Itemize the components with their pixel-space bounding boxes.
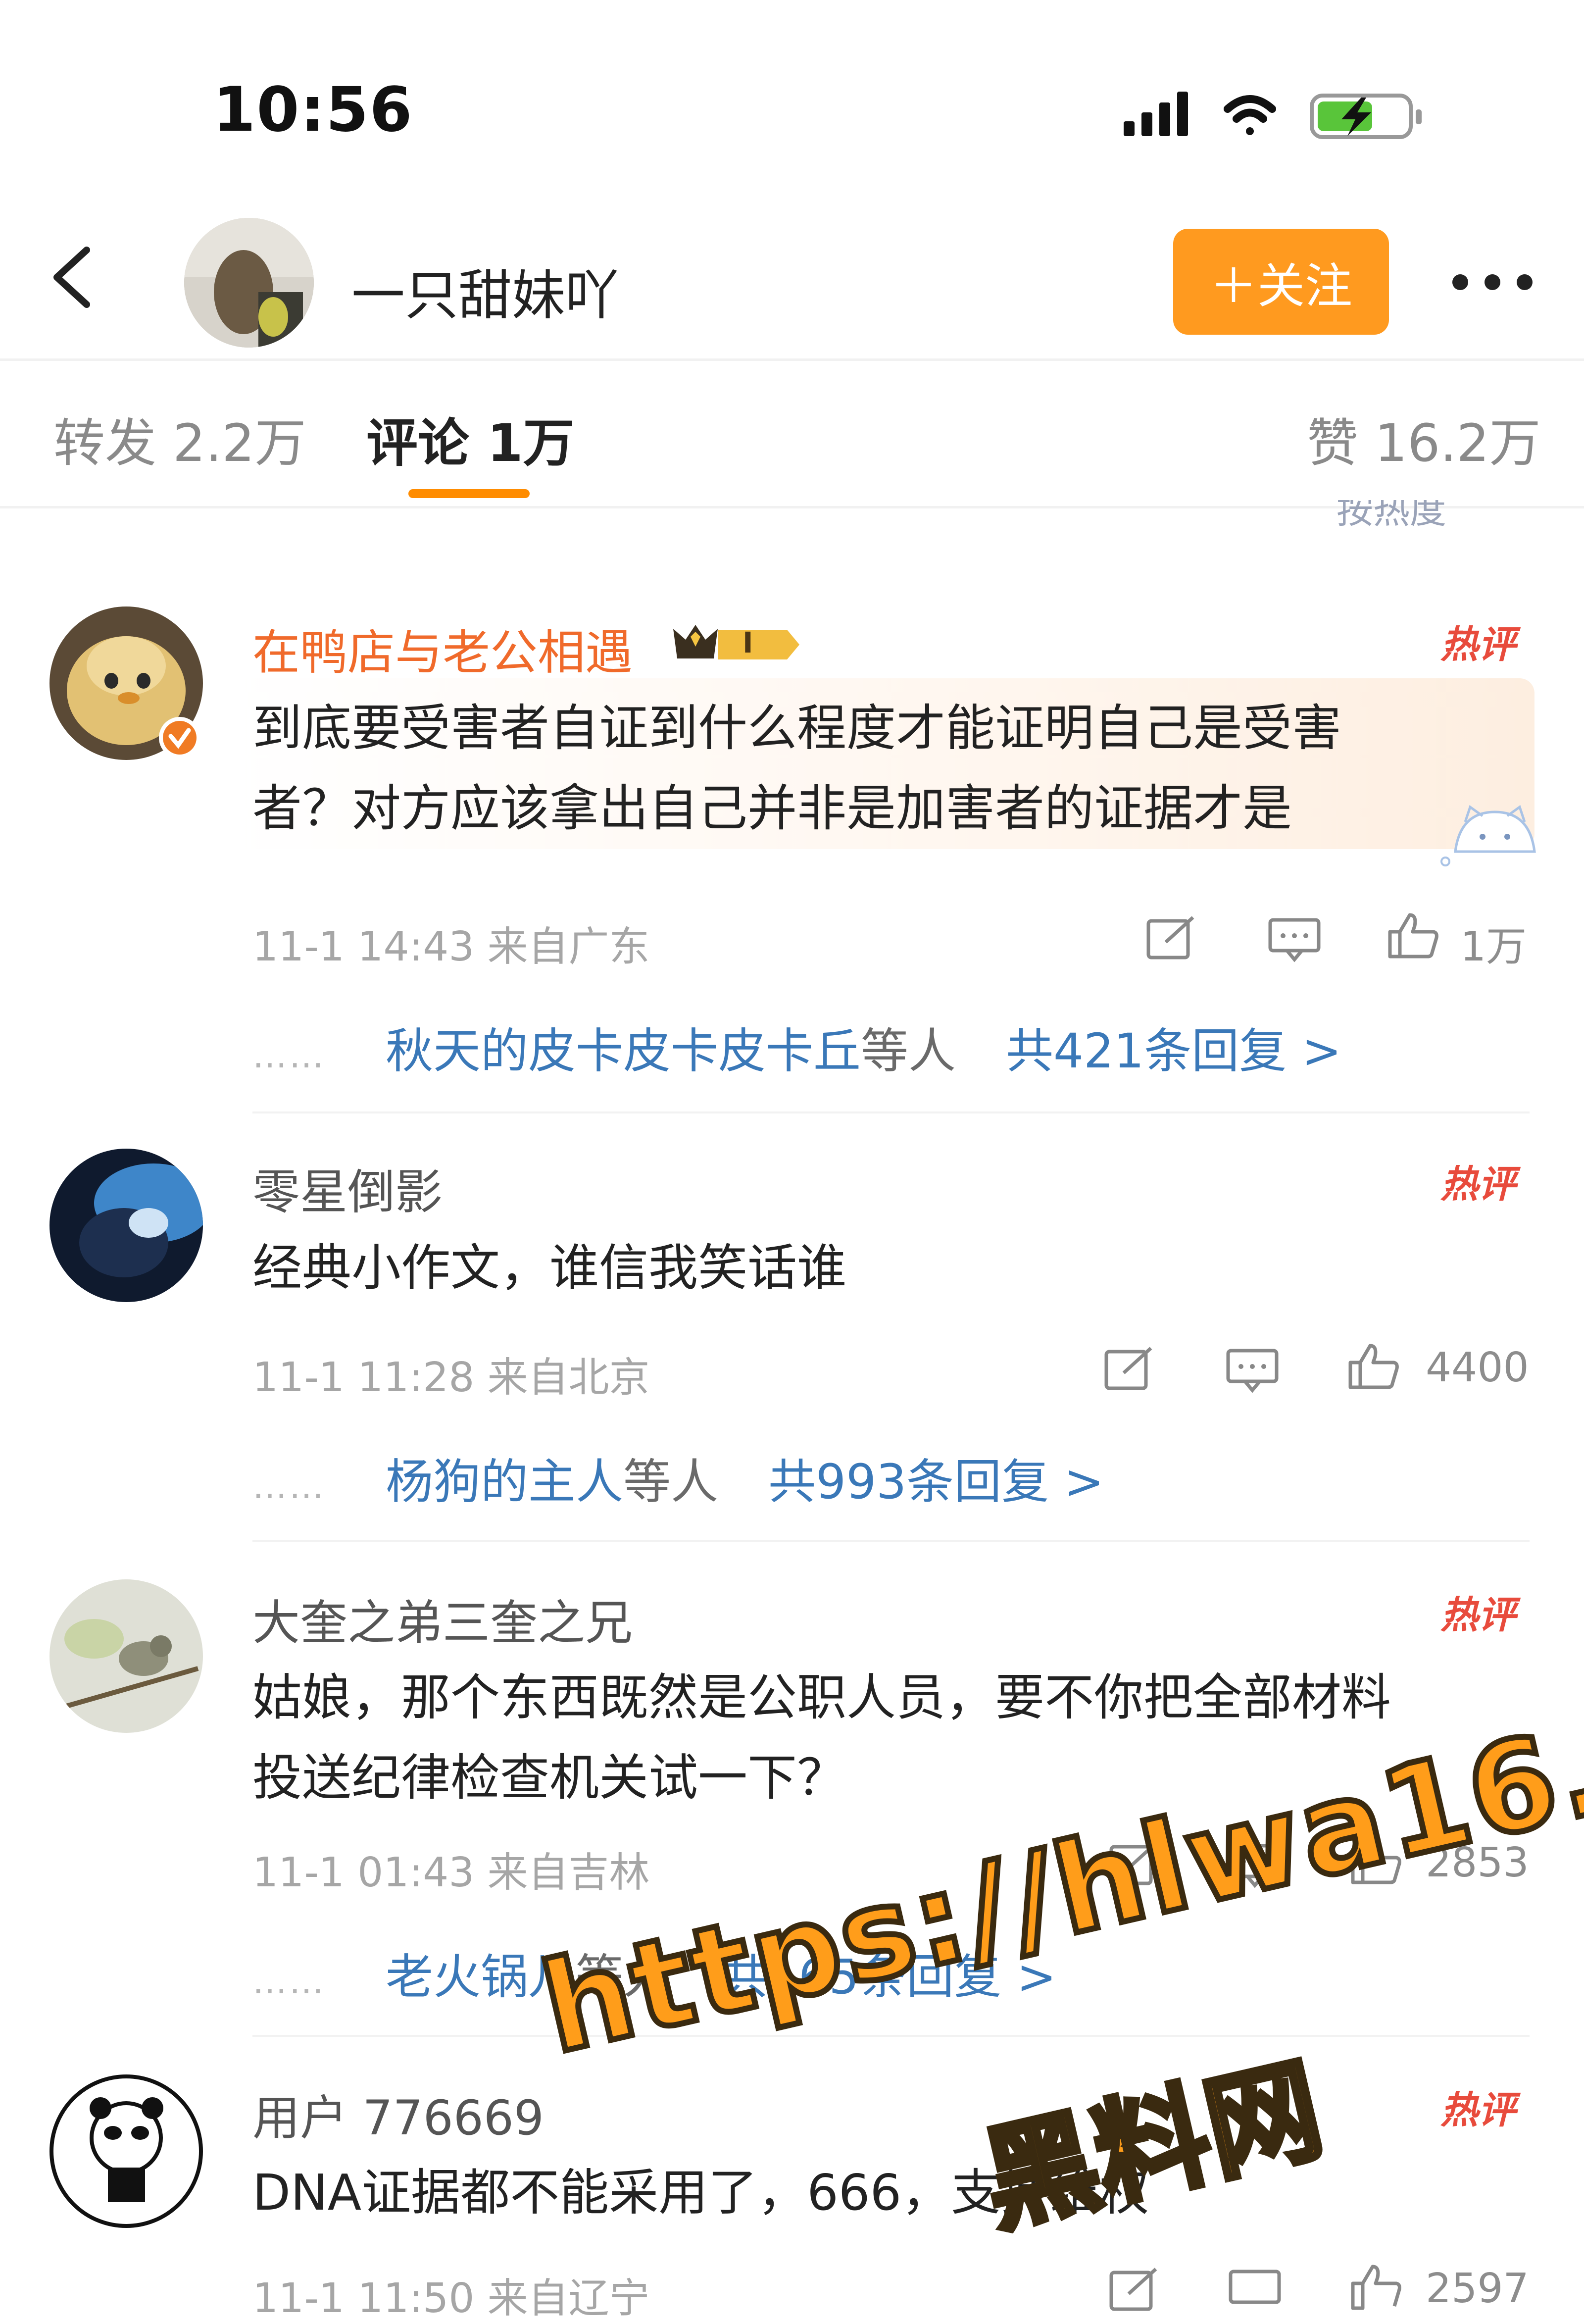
comment-text-line: 到底要受害者自证到什么程度才能证明自己是受害 <box>252 699 1341 757</box>
repost-icon[interactable] <box>1143 915 1198 962</box>
reply-summary[interactable]: …… 秋天的皮卡皮卡皮卡丘等人 共421条回复 > <box>252 1012 1341 1081</box>
hot-comment-badge: 热评 <box>1440 1162 1516 1206</box>
reply-total-link[interactable]: 共993条回复 > <box>768 1454 1104 1510</box>
reply-users[interactable]: 杨狗的主人 <box>386 1454 623 1510</box>
comment-meta: 11-1 11:28 来自北京 <box>252 1354 650 1401</box>
like-icon[interactable] <box>1346 1342 1401 1389</box>
cat-sticker-icon <box>1440 805 1536 866</box>
vip-crown-badge: I <box>668 619 802 663</box>
comment-divider <box>252 1111 1530 1113</box>
reply-etc: 等人 <box>861 1023 956 1079</box>
comment-username[interactable]: 大奎之弟三奎之兄 <box>252 1584 633 1653</box>
hot-comment-badge: 热评 <box>1440 622 1516 666</box>
vip-level: I <box>742 626 753 659</box>
comment-meta: 11-1 01:43 来自吉林 <box>252 1849 650 1896</box>
commenter-avatar[interactable] <box>50 1579 203 1733</box>
follow-button[interactable]: ＋关注 <box>1173 229 1389 335</box>
status-icons <box>1124 92 1422 139</box>
reply-summary[interactable]: …… 杨狗的主人等人 共993条回复 > <box>252 1443 1104 1512</box>
verified-badge-icon <box>159 717 200 758</box>
reply-dots: …… <box>252 1466 326 1507</box>
reply-etc: 等人 <box>623 1454 719 1510</box>
tab-active-indicator <box>408 489 530 498</box>
comment-text: 到底要受害者自证到什么程度才能证明自己是受害 者？对方应该拿出自己并非是加害者的… <box>252 688 1520 849</box>
comment-divider <box>252 1540 1530 1542</box>
comment-text-line: 者？对方应该拿出自己并非是加害者的证据才是 <box>252 779 1292 837</box>
comment-meta: 11-1 11:50 来自辽宁 <box>252 2275 650 2322</box>
like-count: 4400 <box>1426 1344 1529 1391</box>
comment-icon[interactable] <box>1225 1346 1280 1393</box>
repost-icon[interactable] <box>1101 1346 1156 1393</box>
reply-dots: …… <box>252 1961 326 2002</box>
reply-total-link[interactable]: 共421条回复 > <box>1006 1023 1341 1079</box>
back-icon[interactable] <box>40 243 109 312</box>
sort-toggle[interactable]: 按热度 <box>1336 500 1446 531</box>
tab-likes[interactable]: 赞 16.2万 <box>1307 401 1541 476</box>
commenter-avatar[interactable] <box>50 2074 203 2228</box>
tab-comments[interactable]: 评论 1万 <box>366 401 575 476</box>
like-icon[interactable] <box>1349 2263 1403 2310</box>
reply-users[interactable]: 秋天的皮卡皮卡皮卡丘 <box>386 1023 861 1079</box>
signal-icon <box>1124 92 1188 136</box>
hot-comment-badge: 热评 <box>1440 1593 1516 1637</box>
comment-divider <box>252 2035 1530 2037</box>
repost-icon[interactable] <box>1106 2267 1161 2314</box>
comment-text-line: 姑娘，那个东西既然是公职人员，要不你把全部材料 <box>252 1668 1391 1726</box>
more-icon[interactable] <box>1450 270 1534 295</box>
like-count: 2597 <box>1426 2265 1529 2312</box>
battery-charging-icon <box>1310 94 1422 139</box>
like-icon[interactable] <box>1386 911 1440 959</box>
comment-icon[interactable] <box>1267 915 1322 962</box>
header-divider <box>0 358 1584 361</box>
like-count: 1万 <box>1460 923 1527 970</box>
comment-icon[interactable] <box>1228 2267 1282 2314</box>
author-name[interactable]: 一只甜妹吖 <box>351 253 619 330</box>
commenter-avatar[interactable] <box>50 1149 203 1302</box>
comment-username[interactable]: 零星倒影 <box>252 1154 443 1222</box>
comment-text-line: 经典小作文，谁信我笑话谁 <box>252 1239 846 1297</box>
comment-text: 经典小作文，谁信我笑话谁 <box>252 1228 1520 1308</box>
status-time: 10:56 <box>213 74 413 146</box>
comment-meta: 11-1 14:43 来自广东 <box>252 923 650 970</box>
comment-username[interactable]: 用户 776669 <box>252 2079 544 2148</box>
hot-comment-badge: 热评 <box>1440 2088 1516 2132</box>
reply-dots: …… <box>252 1035 326 1076</box>
comment-username[interactable]: 在鸭店与老公相遇 <box>252 614 633 683</box>
wifi-icon <box>1224 95 1276 135</box>
tab-repost[interactable]: 转发 2.2万 <box>53 401 306 476</box>
author-avatar[interactable] <box>184 218 314 348</box>
